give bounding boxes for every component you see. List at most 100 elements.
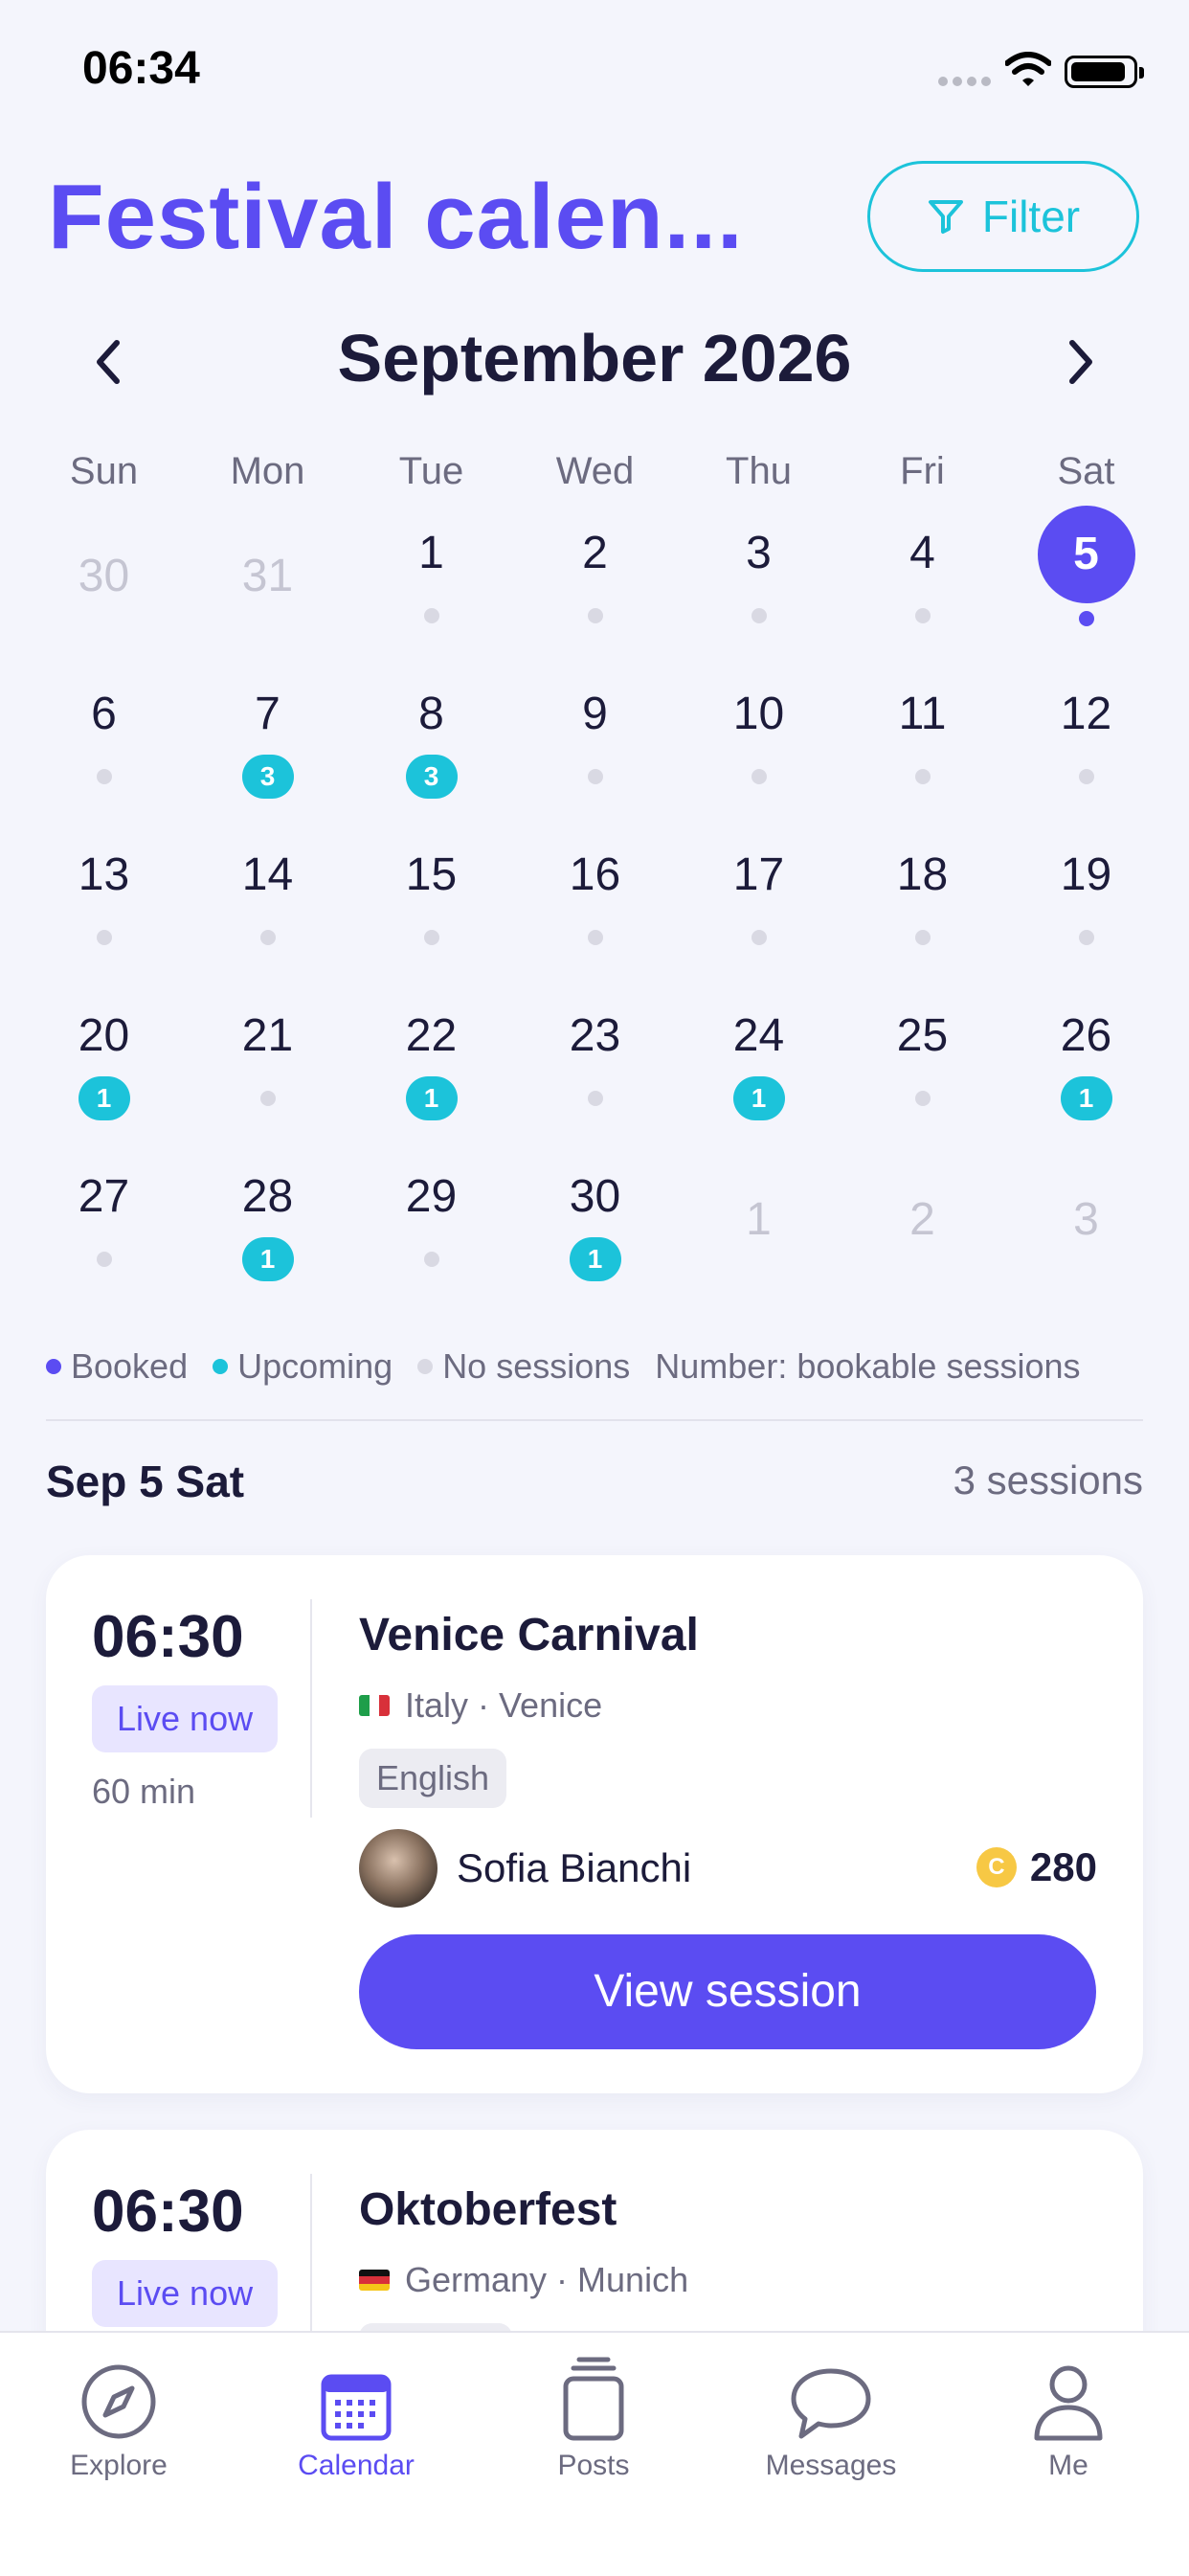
tab-messages[interactable]: Messages <box>712 2333 950 2482</box>
day-number: 6 <box>91 689 117 739</box>
day-number: 17 <box>732 849 785 900</box>
day-number: 1 <box>746 1194 772 1245</box>
calendar-day[interactable]: 27 <box>22 1168 186 1267</box>
calendar-day[interactable]: 20 1 <box>22 1007 186 1120</box>
no-sessions-indicator <box>751 930 767 945</box>
calendar-day[interactable]: 23 <box>513 1007 677 1106</box>
day-number: 20 <box>78 1010 130 1061</box>
calendar-day[interactable]: 83 <box>349 686 513 799</box>
calendar-day[interactable]: 14 <box>186 847 349 945</box>
day-number: 4 <box>909 528 935 578</box>
calendar-day[interactable]: 24 1 <box>677 1007 841 1120</box>
calendar-day[interactable]: 11 <box>841 686 1004 784</box>
calendar-day[interactable]: 13 <box>22 847 186 945</box>
session-title: Venice Carnival <box>359 1610 699 1661</box>
page-title: Festival calen... <box>48 166 744 268</box>
filter-icon <box>928 200 963 234</box>
weekday-label: Thu <box>726 450 792 492</box>
calendar-day[interactable]: 4 <box>841 525 1004 623</box>
bookable-count-badge: 1 <box>1060 1076 1112 1120</box>
day-number: 3 <box>1073 1194 1099 1245</box>
filter-button[interactable]: Filter <box>867 161 1139 272</box>
no-sessions-indicator <box>96 769 112 784</box>
tab-label: Calendar <box>298 2450 415 2481</box>
weekday-label: Mon <box>230 450 305 492</box>
calendar-day[interactable]: 9 <box>513 686 677 784</box>
day-number: 15 <box>405 849 458 900</box>
day-number: 11 <box>898 689 947 739</box>
divider <box>46 1419 1143 1421</box>
calendar-day[interactable]: 18 <box>841 847 1004 945</box>
no-sessions-indicator <box>423 930 439 945</box>
calendar-day[interactable]: 22 1 <box>349 1007 513 1120</box>
calendar-day[interactable]: 16 <box>513 847 677 945</box>
no-sessions-indicator <box>914 930 931 945</box>
calendar-day[interactable]: 28 1 <box>186 1168 349 1281</box>
no-sessions-indicator <box>587 930 603 945</box>
month-title: September 2026 <box>337 321 852 395</box>
calendar-day[interactable]: 30 1 <box>513 1168 677 1281</box>
weekday-label: Sat <box>1057 450 1115 492</box>
day-number: 21 <box>241 1010 294 1061</box>
calendar-day[interactable]: 1 <box>349 525 513 623</box>
day-number: 27 <box>78 1171 130 1222</box>
calendar-day[interactable]: 10 <box>677 686 841 784</box>
calendar-day[interactable]: 2 <box>513 525 677 623</box>
calendar-day-outside-month: 3 <box>1004 1168 1168 1249</box>
day-number: 29 <box>405 1171 458 1222</box>
tab-label: Messages <box>765 2450 897 2481</box>
day-number: 10 <box>732 689 785 739</box>
calendar-day[interactable]: 21 <box>186 1007 349 1106</box>
card-divider <box>310 1599 312 1818</box>
tab-calendar[interactable]: Calendar <box>237 2333 475 2482</box>
no-sessions-indicator <box>914 769 931 784</box>
germany-flag-icon <box>359 2270 390 2291</box>
calendar-day[interactable]: 26 1 <box>1004 1007 1168 1120</box>
view-session-button[interactable]: View session <box>359 1934 1096 2049</box>
calendar-day[interactable]: 19 <box>1004 847 1168 945</box>
calendar-day[interactable]: 29 <box>349 1168 513 1267</box>
calendar-day[interactable]: 73 <box>186 686 349 799</box>
legend-upcoming: Upcoming <box>213 1346 393 1387</box>
day-number: 28 <box>241 1171 294 1222</box>
calendar-day[interactable]: 5 <box>1004 506 1168 626</box>
bookable-count-badge: 1 <box>569 1237 621 1281</box>
next-month-button[interactable] <box>1063 333 1101 391</box>
tab-explore[interactable]: Explore <box>0 2333 237 2482</box>
calendar-icon <box>321 2374 392 2441</box>
session-count: 3 sessions <box>953 1457 1143 1503</box>
no-sessions-indicator <box>914 1091 931 1106</box>
no-sessions-indicator <box>914 608 931 623</box>
host-name: Sofia Bianchi <box>457 1845 692 1890</box>
coin-icon: C <box>976 1847 1017 1887</box>
italy-flag-icon <box>359 1695 390 1716</box>
calendar-day[interactable]: 3 <box>677 525 841 623</box>
day-number: 25 <box>896 1010 949 1061</box>
day-number: 16 <box>569 849 621 900</box>
calendar-day[interactable]: 25 <box>841 1007 1004 1106</box>
day-number: 1 <box>418 528 444 578</box>
session-card[interactable]: 06:30 Live now 60 min Venice Carnival It… <box>46 1555 1143 2093</box>
bookable-count-badge: 1 <box>78 1076 130 1120</box>
day-number: 26 <box>1060 1010 1112 1061</box>
selected-date-label: Sep 5 Sat <box>46 1457 245 1506</box>
calendar-day[interactable]: 15 <box>349 847 513 945</box>
weekday-label: Fri <box>900 450 945 492</box>
calendar-day[interactable]: 12 <box>1004 686 1168 784</box>
tab-posts[interactable]: Posts <box>475 2333 712 2482</box>
calendar-legend: Booked Upcoming No sessions Number: book… <box>46 1346 1106 1387</box>
tab-me[interactable]: Me <box>950 2333 1187 2482</box>
legend-note: Number: bookable sessions <box>655 1346 1081 1386</box>
no-sessions-indicator <box>96 930 112 945</box>
day-number: 3 <box>746 528 772 578</box>
tab-label: Explore <box>70 2450 168 2481</box>
calendar-day[interactable]: 17 <box>677 847 841 945</box>
weekday-label: Tue <box>398 450 464 492</box>
no-sessions-indicator <box>96 1252 112 1267</box>
calendar-day-outside-month: 2 <box>841 1168 1004 1249</box>
weekday-label: Wed <box>555 450 635 492</box>
calendar-day[interactable]: 6 <box>22 686 186 784</box>
no-sessions-indicator <box>751 608 767 623</box>
host-info: Sofia Bianchi <box>359 1829 691 1908</box>
bookable-count-badge: 1 <box>241 1237 294 1281</box>
